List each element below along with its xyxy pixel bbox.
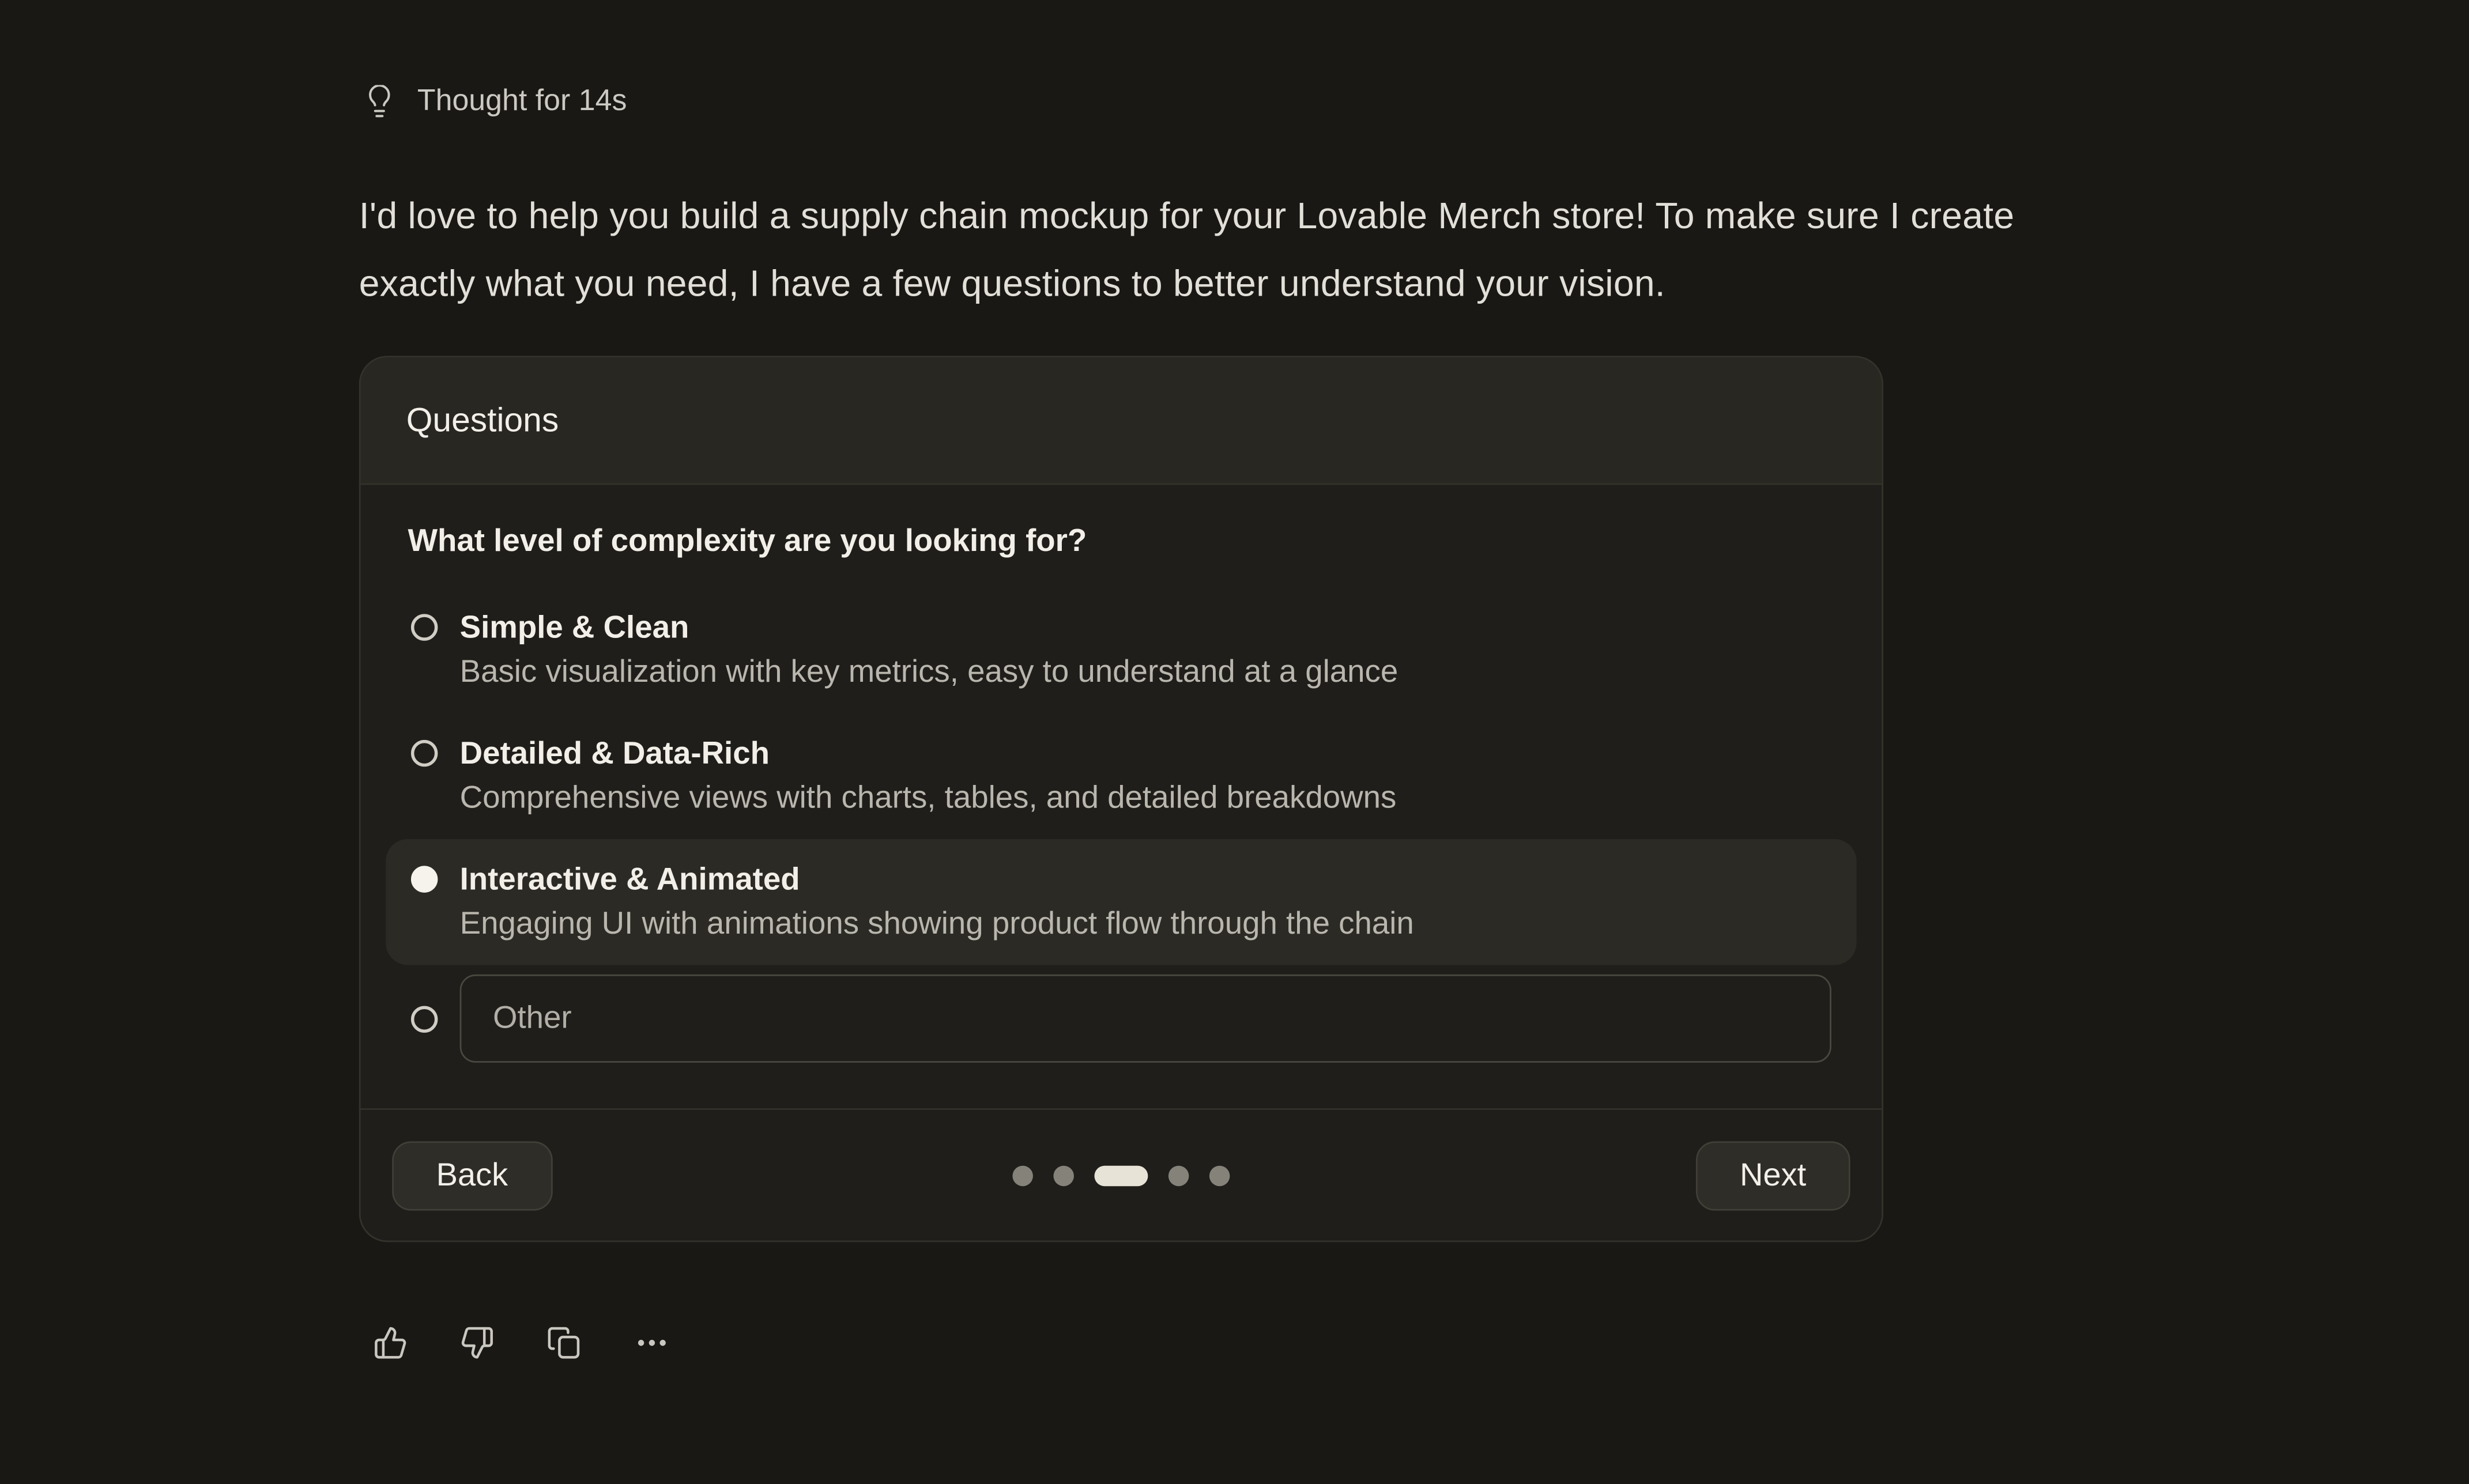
questions-card: Questions What level of complexity are y… <box>359 356 1883 1242</box>
thumbs-down-icon[interactable] <box>460 1326 495 1360</box>
progress-dot <box>1053 1165 1074 1185</box>
thumbs-up-icon[interactable] <box>373 1326 408 1360</box>
option-simple-clean[interactable]: Simple & Clean Basic visualization with … <box>386 587 1856 713</box>
progress-dot <box>1168 1165 1189 1185</box>
radio-unselected-icon[interactable] <box>411 740 438 766</box>
progress-dot <box>1012 1165 1033 1185</box>
progress-dot <box>1209 1165 1230 1185</box>
back-button[interactable]: Back <box>392 1141 552 1210</box>
option-label: Simple & Clean <box>460 606 1399 650</box>
questions-card-body: What level of complexity are you looking… <box>361 485 1882 1108</box>
option-interactive-animated[interactable]: Interactive & Animated Engaging UI with … <box>386 839 1856 965</box>
option-detailed-data-rich[interactable]: Detailed & Data-Rich Comprehensive views… <box>386 713 1856 839</box>
option-label: Interactive & Animated <box>460 858 1414 902</box>
option-label: Detailed & Data-Rich <box>460 732 1397 776</box>
progress-dots <box>1012 1165 1230 1185</box>
next-button[interactable]: Next <box>1696 1141 1850 1210</box>
question-text: What level of complexity are you looking… <box>408 524 1856 561</box>
lightbulb-icon <box>362 85 397 120</box>
progress-dot-active <box>1094 1165 1148 1185</box>
radio-unselected-icon[interactable] <box>411 614 438 640</box>
more-icon[interactable] <box>633 1326 671 1360</box>
option-description: Comprehensive views with charts, tables,… <box>460 776 1397 820</box>
assistant-message: I'd love to help you build a supply chai… <box>359 183 2249 316</box>
questions-card-footer: Back Next <box>361 1108 1882 1240</box>
option-description: Basic visualization with key metrics, ea… <box>460 650 1399 694</box>
card-title: Questions <box>406 401 559 440</box>
chat-message-area: Thought for 14s I'd love to help you bui… <box>0 0 2469 1484</box>
thought-label: Thought for 14s <box>417 85 627 120</box>
option-other[interactable] <box>386 965 1856 1078</box>
message-line: I'd love to help you build a supply chai… <box>359 183 2249 250</box>
radio-selected-icon[interactable] <box>411 866 438 892</box>
copy-icon[interactable] <box>546 1326 581 1360</box>
thought-toggle[interactable]: Thought for 14s <box>362 85 627 120</box>
other-input[interactable] <box>460 975 1831 1063</box>
message-actions <box>373 1326 670 1360</box>
option-description: Engaging UI with animations showing prod… <box>460 902 1414 946</box>
message-line: exactly what you need, I have a few ques… <box>359 250 2249 316</box>
questions-card-header: Questions <box>361 357 1882 485</box>
radio-unselected-icon[interactable] <box>411 1005 438 1032</box>
